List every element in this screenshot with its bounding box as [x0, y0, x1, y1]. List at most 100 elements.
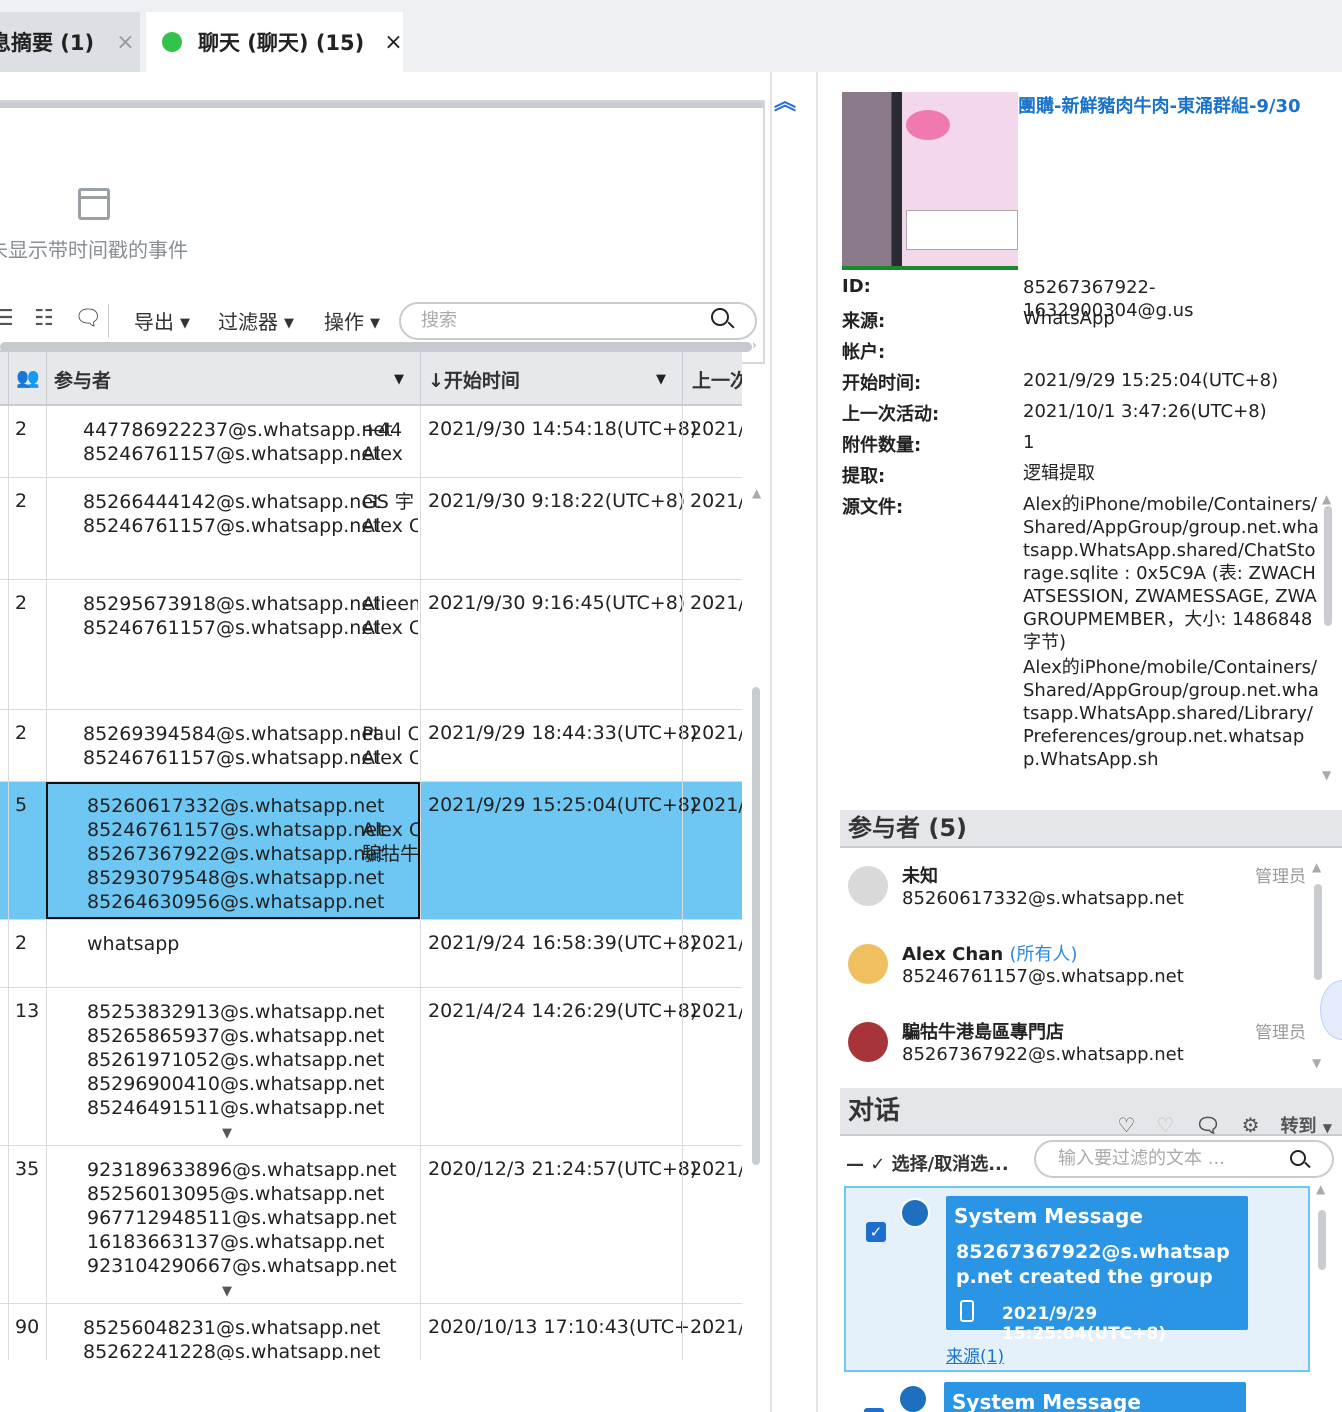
select-toggle[interactable]: — ✓ 选择/取消选... — [846, 1150, 1009, 1176]
member-avatar — [848, 944, 888, 984]
tab-summary-close-icon[interactable]: × — [116, 30, 134, 55]
chat-bubbles-icon[interactable]: 🗨 — [1195, 1113, 1220, 1137]
table-row[interactable]: 2 whatsapp 2021/9/24 16:58:39(UTC+8) 2021/ — [0, 920, 742, 988]
collapse-up-icon[interactable]: ︽ — [774, 84, 796, 116]
column-divider — [46, 580, 47, 709]
message-checkbox[interactable] — [864, 1408, 884, 1412]
table-row[interactable]: 13 85253832913@s.whatsapp.net 85265865937@… — [0, 988, 742, 1146]
chat-view-icon[interactable]: 🗨 — [74, 306, 102, 332]
scrollbar-thumb[interactable] — [1324, 506, 1332, 626]
member-number: 85267367922@s.whatsapp.net — [902, 1044, 1184, 1065]
last-activity: 2021/ — [690, 1000, 742, 1022]
column-divider — [8, 406, 9, 477]
scroll-down-icon[interactable]: ▼ — [1322, 768, 1331, 782]
column-divider — [46, 1146, 47, 1303]
prop-value-source-file-2: Alex的iPhone/mobile/Containers/Shared/App… — [1023, 657, 1319, 770]
scroll-up-icon[interactable]: ▲ — [1312, 860, 1321, 874]
table-row[interactable]: 90 85256048231@s.whatsapp.net 85262241228@… — [0, 1304, 742, 1360]
search-icon[interactable] — [711, 308, 729, 326]
scroll-up-icon[interactable]: ▲ — [1316, 1182, 1325, 1196]
conversation-scrollbar[interactable]: ▲ — [1316, 1182, 1326, 1376]
scrollbar-thumb[interactable] — [1318, 1210, 1326, 1270]
gear-icon[interactable]: ⚙ — [1242, 1113, 1260, 1137]
expand-more-icon[interactable]: ▼ — [222, 1284, 232, 1299]
column-divider — [8, 352, 9, 406]
goto-label: 转到 — [1280, 1116, 1317, 1137]
prop-label-account: 帐户: — [842, 342, 886, 363]
system-avatar-icon — [900, 1198, 930, 1228]
list-view-icon[interactable]: ☰ — [0, 306, 20, 332]
tab-chat-close-icon[interactable]: × — [384, 30, 402, 55]
prop-value-start: 2021/9/29 15:25:04(UTC+8) — [1023, 370, 1279, 391]
table-row[interactable]: 2 447786922237@s.whatsapp.net 85246761157@… — [0, 406, 742, 478]
prop-label-last: 上一次活动: — [842, 404, 940, 425]
add-bookmark-icon[interactable]: ♡ — [1117, 1113, 1135, 1137]
message-source-link[interactable]: 来源(1) — [946, 1342, 1004, 1367]
search-input[interactable]: 搜索 — [399, 302, 757, 340]
floating-scroll-button[interactable] — [1320, 980, 1342, 1040]
message-timestamp: 2021/9/29 15:25:04(UTC+8) — [1002, 1304, 1167, 1344]
toolbar-divider — [108, 304, 109, 338]
detail-list-icon[interactable]: ☷ — [34, 306, 60, 332]
column-divider — [8, 920, 9, 987]
column-header-start-time[interactable]: ↓开始时间 — [428, 366, 520, 393]
participant-count: 90 — [15, 1316, 40, 1338]
conversation-section-header: 对话 ♡ ♡ 🗨 ⚙ 转到 ▼ — [840, 1088, 1342, 1137]
chevron-down-icon: ▼ — [284, 316, 294, 331]
chat-title[interactable]: 團購-新鮮豬肉牛肉-東涌群組-9/30 — [1018, 92, 1301, 118]
scroll-up-icon[interactable]: ▲ — [752, 486, 761, 500]
column-divider — [420, 920, 421, 987]
table-vertical-scrollbar[interactable]: ▲ — [752, 486, 761, 1165]
message-card[interactable]: ✓ System Message 85267367922@s.whatsapp.… — [844, 1186, 1310, 1372]
scroll-up-icon[interactable]: ▲ — [1322, 492, 1331, 506]
filter-menu[interactable]: 过滤器 ▼ — [218, 306, 294, 335]
participant-id: 85246761157@s.whatsapp.net — [83, 515, 381, 537]
chevron-down-icon[interactable]: ▼ — [656, 372, 666, 387]
column-divider — [682, 352, 683, 406]
chevron-down-icon[interactable]: ▼ — [394, 372, 404, 387]
last-activity: 2021/ — [690, 794, 742, 816]
member-name: 騙牯牛港島區專門店 — [902, 1018, 1064, 1044]
scrollbar-thumb[interactable] — [752, 687, 760, 1165]
table-row[interactable]: 35 923189633896@s.whatsapp.net 85256013095… — [0, 1146, 742, 1304]
participant-id: 85246761157@s.whatsapp.net — [83, 617, 381, 639]
table-row[interactable]: 2 85266444142@s.whatsapp.net 85246761157@s… — [0, 478, 742, 580]
table-row[interactable]: 5 85260617332@s.whatsapp.net 85246761157@s… — [0, 782, 742, 920]
scroll-down-icon[interactable]: ▼ — [1312, 1056, 1321, 1070]
export-menu[interactable]: 导出 ▼ — [134, 306, 190, 335]
column-divider — [682, 920, 683, 987]
tab-summary[interactable]: 息摘要 (1) × — [0, 12, 140, 72]
prop-value-attachments: 1 — [1023, 432, 1035, 453]
expand-more-icon[interactable]: ▼ — [222, 1126, 232, 1141]
last-activity: 2021/ — [690, 722, 742, 744]
table-row[interactable]: 2 85295673918@s.whatsapp.net 85246761157@s… — [0, 580, 742, 710]
message-checkbox[interactable]: ✓ — [866, 1222, 886, 1242]
goto-menu[interactable]: 转到 ▼ — [1280, 1116, 1332, 1137]
actions-menu[interactable]: 操作 ▼ — [324, 306, 380, 335]
scrollbar-thumb[interactable] — [1314, 884, 1322, 980]
message-filter-input[interactable]: 输入要过滤的文本 ... — [1034, 1140, 1334, 1178]
start-time: 2020/10/13 17:10:43(UTC+... — [428, 1316, 708, 1338]
details-vertical-scrollbar[interactable]: ▲ ▼ — [1322, 492, 1332, 796]
default-avatar-icon — [848, 866, 888, 906]
tab-chat[interactable]: 聊天 (聊天) (15) × — [146, 12, 403, 72]
table-row[interactable]: 2 85269394584@s.whatsapp.net 85246761157@s… — [0, 710, 742, 782]
pane-splitter[interactable] — [770, 72, 818, 1412]
search-icon[interactable] — [1290, 1150, 1306, 1166]
members-scrollbar[interactable]: ▲ ▼ — [1312, 860, 1322, 1074]
chevron-down-icon: ▼ — [180, 316, 190, 331]
column-header-participants[interactable]: 参与者 — [54, 366, 111, 393]
message-card[interactable]: System Message — [844, 1382, 1310, 1412]
participant-count: 2 — [15, 490, 28, 512]
start-time: 2021/9/29 15:25:04(UTC+8) — [428, 794, 698, 816]
message-sender: System Message — [954, 1204, 1143, 1228]
participants-section-header[interactable]: 参与者 (5) — [840, 810, 1342, 848]
system-avatar-icon — [898, 1384, 928, 1412]
remove-bookmark-icon[interactable]: ♡ — [1156, 1113, 1174, 1137]
column-header-last-activity[interactable]: 上一次 — [692, 366, 742, 393]
start-time: 2020/12/3 21:24:57(UTC+8) — [428, 1158, 698, 1180]
conversation-title: 对话 — [848, 1096, 901, 1126]
participant-count: 2 — [15, 932, 28, 954]
participant-id: 85246491511@s.whatsapp.net — [87, 1097, 385, 1119]
timeline-top-border — [0, 102, 763, 108]
